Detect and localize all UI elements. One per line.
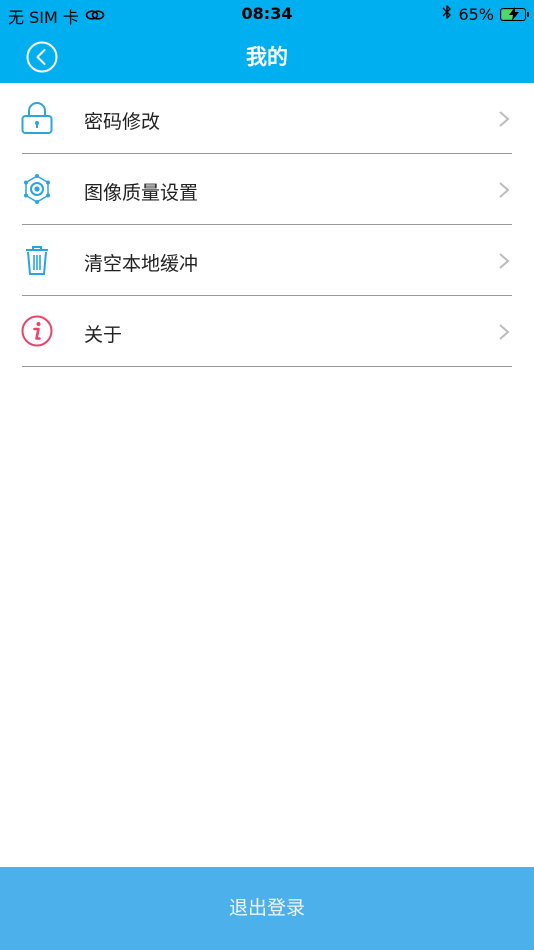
app-header: 无 SIM 卡 08:34 65% 我的 (0, 0, 534, 83)
battery-percent: 65% (458, 4, 494, 24)
divider (22, 366, 512, 367)
nav-bar: 我的 (0, 28, 534, 83)
charging-bolt-icon (509, 6, 519, 21)
menu-item-label: 图像质量设置 (84, 182, 199, 204)
image-quality-icon (24, 174, 50, 204)
info-icon (21, 315, 53, 347)
battery-icon (500, 6, 529, 21)
status-right: 65% (442, 4, 529, 24)
lock-icon (21, 102, 53, 134)
battery-cap (527, 11, 529, 17)
menu-item-label: 清空本地缓冲 (84, 253, 199, 275)
chevron-right-icon (499, 324, 510, 340)
status-bar: 无 SIM 卡 08:34 65% (0, 0, 534, 28)
page-title: 我的 (246, 45, 288, 69)
chevron-right-icon (499, 182, 510, 198)
bluetooth-icon (442, 4, 452, 24)
chevron-right-icon (499, 253, 510, 269)
menu-item-label: 关于 (84, 324, 123, 346)
menu-item-image-quality[interactable]: 图像质量设置 (0, 154, 534, 225)
menu-item-label: 密码修改 (84, 111, 161, 133)
settings-menu: 密码修改 图像质量设置 清空本地缓冲 关于 (0, 83, 534, 367)
chevron-right-icon (499, 111, 510, 127)
logout-button[interactable]: 退出登录 (0, 867, 534, 950)
trash-icon (26, 246, 48, 275)
menu-item-clear-cache[interactable]: 清空本地缓冲 (0, 225, 534, 296)
menu-item-password-change[interactable]: 密码修改 (0, 83, 534, 154)
menu-item-about[interactable]: 关于 (0, 296, 534, 367)
